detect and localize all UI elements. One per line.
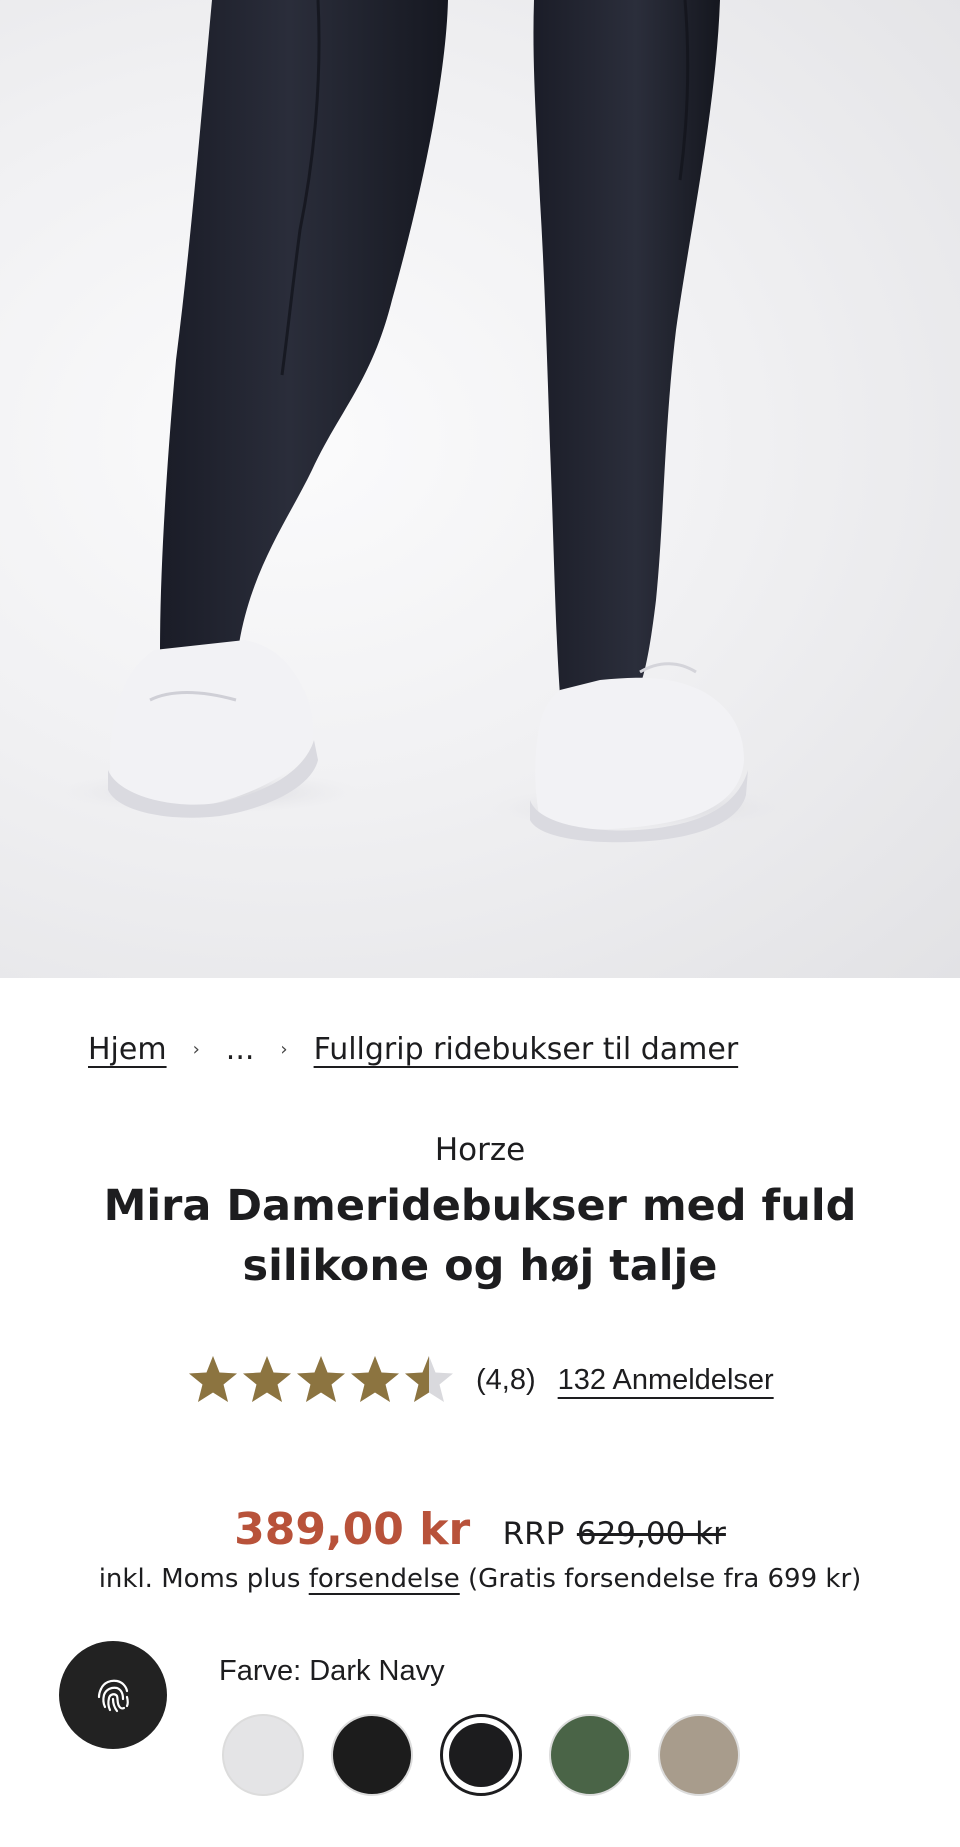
original-price: 629,00 kr	[576, 1516, 726, 1552]
star-icon	[189, 1356, 237, 1402]
vat-shipping-info: inkl. Moms plus forsendelse (Gratis fors…	[0, 1564, 960, 1594]
breadcrumb-home-link[interactable]: Hjem	[88, 1032, 167, 1067]
breadcrumb: Hjem › ... › Fullgrip ridebukser til dam…	[88, 1026, 738, 1072]
free-shipping-note: (Gratis forsendelse fra 699 kr)	[468, 1564, 862, 1594]
swatch-fill	[449, 1723, 513, 1787]
fingerprint-button[interactable]	[59, 1641, 167, 1749]
sale-price: 389,00 kr	[234, 1504, 471, 1555]
star-icon	[405, 1356, 453, 1402]
breadcrumb-separator: ›	[192, 1038, 200, 1060]
reviews-link[interactable]: 132 Anmeldelser	[558, 1364, 774, 1397]
color-swatch-black[interactable]	[331, 1714, 413, 1796]
breadcrumb-ellipsis[interactable]: ...	[226, 1032, 255, 1067]
star-icon	[243, 1356, 291, 1402]
vat-prefix: inkl. Moms plus	[98, 1564, 301, 1594]
product-image[interactable]	[0, 0, 960, 978]
rating-score: (4,8)	[476, 1363, 536, 1396]
breadcrumb-separator: ›	[280, 1038, 288, 1060]
color-swatch-dark-navy[interactable]	[440, 1714, 522, 1796]
fingerprint-icon	[97, 1679, 129, 1713]
product-rating[interactable]: (4,8) 132 Anmeldelser	[186, 1350, 774, 1410]
product-title: Mira Dameridebukser med fuld silikone og…	[103, 1181, 857, 1291]
color-swatch-white[interactable]	[222, 1714, 304, 1796]
breadcrumb-category-link[interactable]: Fullgrip ridebukser til damer	[314, 1032, 739, 1067]
color-swatch-green[interactable]	[549, 1714, 631, 1796]
rating-stars	[186, 1354, 456, 1406]
product-brand[interactable]: Horze	[0, 1132, 960, 1168]
product-photo	[60, 0, 790, 843]
rrp-label: RRP	[502, 1516, 565, 1552]
star-icon	[297, 1356, 345, 1402]
color-swatches	[222, 1714, 767, 1796]
price-row: 389,00 kr RRP 629,00 kr	[0, 1504, 960, 1555]
shipping-link[interactable]: forsendelse	[309, 1564, 460, 1594]
color-swatch-beige[interactable]	[658, 1714, 740, 1796]
star-icon	[351, 1356, 399, 1402]
color-label: Farve: Dark Navy	[219, 1655, 445, 1687]
